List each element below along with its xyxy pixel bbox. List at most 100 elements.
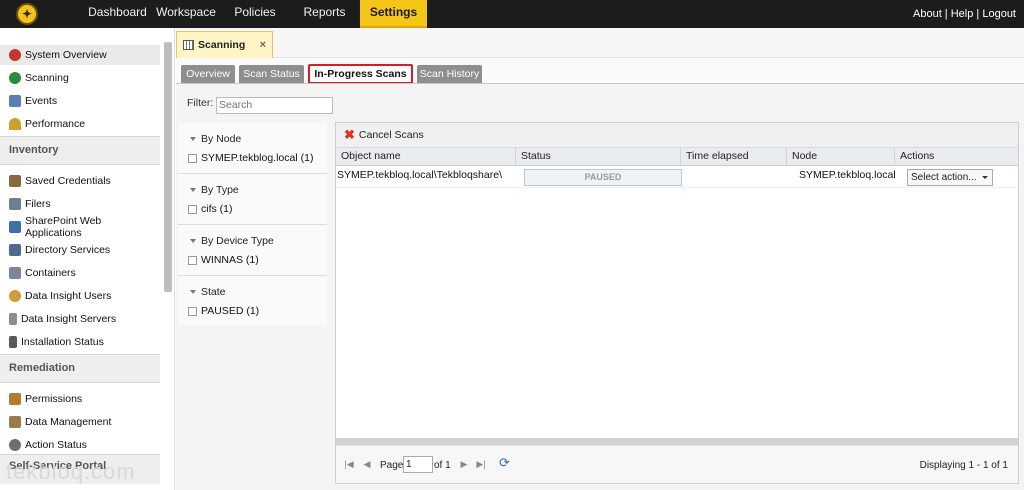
checkbox-icon[interactable]	[188, 306, 197, 316]
column-header-status[interactable]: Status	[516, 148, 681, 166]
sidebar-item-label: SharePoint Web Applications	[24, 215, 102, 239]
horizontal-scrollbar[interactable]	[336, 438, 1018, 445]
next-page-icon[interactable]: ▶	[459, 459, 469, 469]
sidebar-item-label: Data Insight Users	[25, 290, 112, 302]
nav-settings[interactable]: Settings	[360, 0, 427, 28]
grid-icon	[183, 40, 194, 50]
sidebar-item-action-status[interactable]: Action Status	[0, 435, 160, 455]
sidebar-item-permissions[interactable]: Permissions	[0, 389, 160, 409]
last-page-icon[interactable]: ▶|	[476, 459, 486, 469]
display-count: Displaying 1 - 1 of 1	[919, 460, 1008, 471]
sidebar-item-performance[interactable]: Performance	[0, 114, 160, 134]
sidebar-item-data-management[interactable]: Data Management	[0, 412, 160, 432]
column-header-node[interactable]: Node	[787, 148, 895, 166]
facet-option[interactable]: SYMEP.tekblog.local (1)	[188, 152, 313, 164]
performance-icon	[9, 118, 21, 130]
sidebar-item-label: Data Insight Servers	[21, 313, 117, 325]
action-status-icon	[9, 439, 21, 451]
facet-option-label: SYMEP.tekblog.local (1)	[201, 152, 314, 164]
app-logo: ✦	[16, 3, 38, 25]
filers-icon	[9, 198, 21, 210]
facet-group-state: State PAUSED (1)	[178, 276, 327, 327]
logout-link[interactable]: Logout	[982, 8, 1016, 20]
facet-group-node: By Node SYMEP.tekblog.local (1)	[178, 123, 327, 174]
sidebar-item-label: Action Status	[25, 439, 87, 451]
sub-tab-bar: Overview Scan Status In-Progress Scans S…	[176, 58, 1024, 84]
page-number-input[interactable]: 1	[403, 456, 433, 473]
first-page-icon[interactable]: |◀	[344, 459, 354, 469]
events-icon	[9, 95, 21, 107]
facet-pane: By Node SYMEP.tekblog.local (1) By Type …	[178, 123, 327, 325]
help-link[interactable]: Help	[951, 8, 974, 20]
top-navigation-bar: ✦ Dashboard Workspace Policies Reports S…	[0, 0, 1024, 28]
tab-overview[interactable]: Overview	[181, 65, 235, 83]
column-header-object-name[interactable]: Object name	[336, 148, 516, 166]
previous-page-icon[interactable]: ◀	[362, 459, 372, 469]
facet-group-type: By Type cifs (1)	[178, 174, 327, 225]
cell-node: SYMEP.tekbloq.local	[799, 169, 896, 181]
sidebar-item-events[interactable]: Events	[0, 91, 160, 111]
sidebar-item-saved-credentials[interactable]: Saved Credentials	[0, 171, 160, 191]
page-count-label: of 1	[434, 460, 451, 471]
facet-option[interactable]: WINNAS (1)	[188, 254, 259, 266]
document-tab-strip: Scanning ×	[176, 28, 1024, 58]
sidebar-item-label: Events	[25, 95, 58, 107]
nav-reports[interactable]: Reports	[296, 0, 353, 28]
sidebar-item-label: Installation Status	[21, 336, 104, 348]
sidebar-item-label: System Overview	[25, 49, 107, 61]
facet-option-label: WINNAS (1)	[201, 254, 259, 266]
cell-object-name: SYMEP.tekbloq.local\Tekbloqshare\	[337, 169, 502, 181]
facet-option[interactable]: cifs (1)	[188, 203, 233, 215]
sidebar-item-filers[interactable]: Filers	[0, 194, 160, 214]
select-action-label: Select action...	[911, 172, 977, 183]
sidebar-item-label: Saved Credentials	[25, 175, 111, 187]
link-separator: |	[973, 8, 983, 20]
users-icon	[9, 290, 21, 302]
sidebar-item-data-insight-users[interactable]: Data Insight Users	[0, 286, 160, 306]
close-icon[interactable]: ×	[260, 39, 266, 51]
facet-option[interactable]: PAUSED (1)	[188, 305, 259, 317]
facet-heading[interactable]: By Device Type	[190, 235, 274, 247]
sidebar-item-data-insight-servers[interactable]: Data Insight Servers	[0, 309, 160, 329]
search-input[interactable]: Search	[216, 97, 333, 114]
cancel-scans-button[interactable]: ✖ Cancel Scans	[344, 128, 424, 141]
directory-icon	[9, 244, 21, 256]
sidebar-item-containers[interactable]: Containers	[0, 263, 160, 283]
tab-in-progress-scans[interactable]: In-Progress Scans	[308, 64, 413, 84]
tab-scanning[interactable]: Scanning ×	[176, 31, 273, 58]
facet-heading[interactable]: By Type	[190, 184, 239, 196]
sidebar-section-inventory[interactable]: Inventory	[0, 136, 160, 165]
scanning-icon	[9, 72, 21, 84]
checkbox-icon[interactable]	[188, 204, 197, 214]
pagination-bar: |◀ ◀ Page 1 of 1 ▶ ▶| ⟳ Displaying 1 - 1…	[336, 445, 1018, 483]
sidebar-item-system-overview[interactable]: System Overview	[0, 45, 160, 65]
sidebar-item-scanning[interactable]: Scanning	[0, 68, 160, 88]
nav-policies[interactable]: Policies	[228, 0, 282, 28]
about-link[interactable]: About	[913, 8, 942, 20]
page-label: Page	[380, 460, 404, 471]
column-header-time-elapsed[interactable]: Time elapsed	[681, 148, 787, 166]
checkbox-icon[interactable]	[188, 255, 197, 265]
nav-workspace[interactable]: Workspace	[152, 0, 220, 28]
select-action-dropdown[interactable]: Select action...	[907, 169, 993, 186]
facet-heading[interactable]: By Node	[190, 133, 241, 145]
sidebar: System Overview Scanning Events Performa…	[0, 28, 175, 490]
sidebar-item-sharepoint[interactable]: SharePoint Web Applications	[0, 215, 160, 239]
sidebar-item-installation-status[interactable]: Installation Status	[0, 332, 160, 352]
refresh-icon[interactable]: ⟳	[499, 456, 511, 469]
sidebar-item-label: Scanning	[25, 72, 69, 84]
sidebar-section-remediation[interactable]: Remediation	[0, 354, 160, 383]
watermark: tekbloq.com	[6, 459, 136, 484]
tab-scan-history[interactable]: Scan History	[417, 65, 482, 83]
sidebar-item-directory-services[interactable]: Directory Services	[0, 240, 160, 260]
grid-toolbar: ✖ Cancel Scans	[336, 123, 1018, 148]
sidebar-scrollbar[interactable]	[164, 42, 172, 292]
data-management-icon	[9, 416, 21, 428]
column-header-actions[interactable]: Actions	[895, 148, 1018, 166]
checkbox-icon[interactable]	[188, 153, 197, 163]
facet-heading[interactable]: State	[190, 286, 226, 298]
table-row[interactable]: SYMEP.tekbloq.local\Tekbloqshare\ PAUSED…	[336, 166, 1018, 188]
tab-scan-status[interactable]: Scan Status	[239, 65, 304, 83]
content-area: Filter: Search By Node SYMEP.tekblog.loc…	[176, 83, 1024, 490]
nav-dashboard[interactable]: Dashboard	[85, 0, 150, 28]
